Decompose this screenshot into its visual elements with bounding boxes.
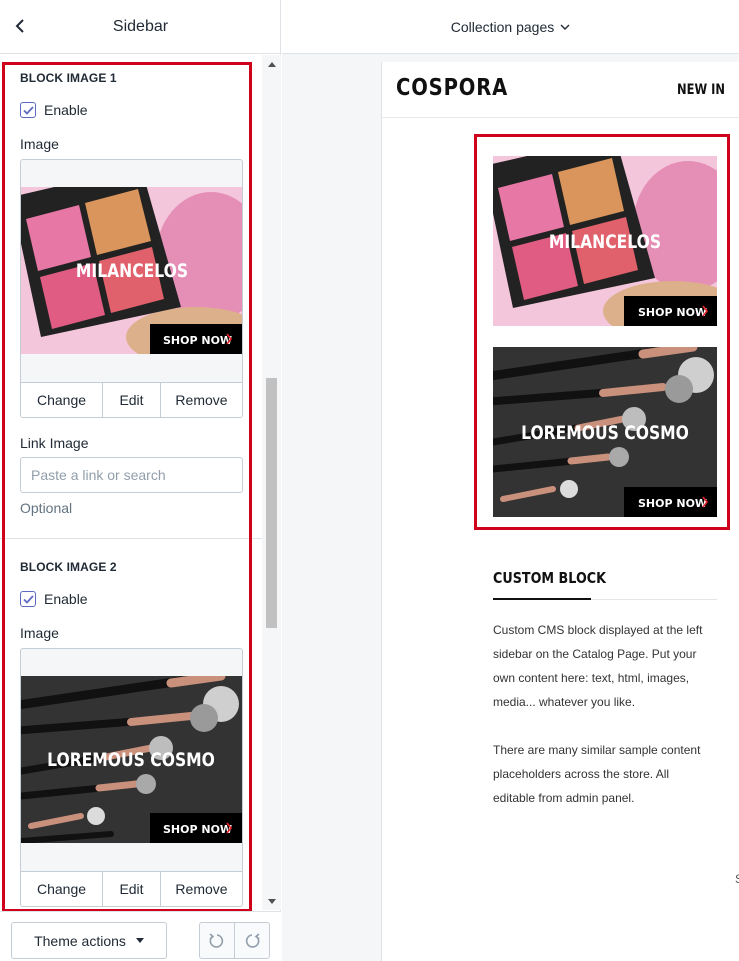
- text-line: There are many similar sample content: [493, 743, 701, 757]
- page-type-label: Collection pages: [450, 18, 555, 35]
- image-label: Image: [20, 625, 59, 641]
- shop-now-label: SHOP NOW: [163, 823, 232, 836]
- text-line: sidebar on the Catalog Page. Put your: [493, 647, 697, 661]
- image-text: MILANCELOS: [76, 261, 188, 283]
- enable-checkbox-row[interactable]: Enable: [20, 102, 243, 118]
- sidebar-scrollbar[interactable]: [262, 55, 281, 910]
- theme-actions-button[interactable]: Theme actions: [11, 922, 167, 959]
- scroll-thumb[interactable]: [266, 378, 277, 628]
- image-actions: Change Edit Remove: [21, 871, 242, 906]
- checkmark-icon: [22, 594, 34, 604]
- edit-image-button[interactable]: Edit: [103, 383, 161, 417]
- shop-now-label: SHOP NOW: [163, 334, 232, 347]
- banner-loremous-cosmo[interactable]: LOREMOUS COSMO SHOP NOW: [493, 347, 717, 517]
- optional-help-text: Optional: [20, 500, 73, 516]
- link-image-input[interactable]: [20, 457, 243, 493]
- image-picker: MILANCELOS SHOP NOW Change Edit Remove: [20, 159, 243, 418]
- change-image-button[interactable]: Change: [21, 872, 103, 906]
- custom-block-paragraph-2: There are many similar sample content pl…: [493, 738, 725, 810]
- image-actions: Change Edit Remove: [21, 382, 242, 417]
- custom-block-paragraph-1: Custom CMS block displayed at the left s…: [493, 618, 725, 714]
- text-line: placeholders across the store. All: [493, 767, 670, 781]
- banner-title: LOREMOUS COSMO: [521, 423, 689, 445]
- makeup-brushes-image: LOREMOUS COSMO SHOP NOW: [493, 347, 717, 517]
- clipped-text: S: [735, 872, 739, 886]
- section-title: BLOCK IMAGE 2: [20, 560, 117, 574]
- back-button[interactable]: [10, 15, 32, 37]
- remove-image-button[interactable]: Remove: [161, 872, 242, 906]
- section-title: BLOCK IMAGE 1: [20, 71, 117, 85]
- store-preview[interactable]: COSPORA NEW IN MILANCELOS SHOP NOW LOREM…: [381, 62, 739, 961]
- settings-scroll-area[interactable]: BLOCK IMAGE 1 Enable Image MILANCELOS SH…: [0, 55, 281, 910]
- image-thumbnail: LOREMOUS COSMO SHOP NOW: [21, 676, 242, 843]
- redo-button[interactable]: [235, 923, 269, 958]
- caret-down-icon: [135, 938, 144, 943]
- change-image-button[interactable]: Change: [21, 383, 103, 417]
- title-underline-accent: [493, 598, 591, 600]
- banner-title: MILANCELOS: [549, 232, 661, 254]
- store-logo[interactable]: COSPORA: [396, 75, 508, 101]
- makeup-palette-image: MILANCELOS SHOP NOW: [493, 156, 717, 326]
- image-text: LOREMOUS COSMO: [47, 750, 215, 772]
- makeup-brushes-image: LOREMOUS COSMO SHOP NOW: [21, 676, 242, 843]
- shop-now-label: SHOP NOW: [638, 306, 707, 319]
- checkmark-icon: [22, 105, 34, 115]
- banner-milancelos[interactable]: MILANCELOS SHOP NOW: [493, 156, 717, 326]
- block-image-1-section: BLOCK IMAGE 1 Enable Image MILANCELOS SH…: [20, 71, 243, 516]
- preview-top-bar: Collection pages: [282, 0, 739, 54]
- text-line: Custom CMS block displayed at the left: [493, 623, 703, 637]
- text-line: editable from admin panel.: [493, 791, 635, 805]
- scroll-down-arrow-icon[interactable]: [262, 894, 281, 908]
- enable-label: Enable: [44, 591, 88, 607]
- image-label: Image: [20, 136, 59, 152]
- text-line: media... whatever you like.: [493, 695, 636, 709]
- text-line: own content here: text, html, images,: [493, 671, 690, 685]
- link-image-label: Link Image: [20, 435, 89, 451]
- panel-header: Sidebar: [0, 0, 281, 54]
- enable-checkbox-row[interactable]: Enable: [20, 591, 243, 607]
- bottom-action-bar: Theme actions: [0, 911, 281, 961]
- theme-editor-sidebar: Sidebar BLOCK IMAGE 1 Enable Image MILAN…: [0, 0, 281, 961]
- image-thumbnail: MILANCELOS SHOP NOW: [21, 187, 242, 354]
- makeup-palette-image: MILANCELOS SHOP NOW: [21, 187, 242, 354]
- undo-button[interactable]: [200, 923, 235, 958]
- theme-actions-label: Theme actions: [34, 932, 126, 949]
- enable-checkbox[interactable]: [20, 102, 36, 118]
- scroll-up-arrow-icon[interactable]: [262, 57, 281, 71]
- preview-area: Collection pages COSPORA NEW IN MILANCEL…: [282, 0, 739, 961]
- chevron-left-icon: [15, 19, 24, 33]
- image-picker: LOREMOUS COSMO SHOP NOW Change Edit Remo…: [20, 648, 243, 907]
- block-image-2-section: BLOCK IMAGE 2 Enable Image LOREMOUS COSM…: [20, 560, 243, 907]
- shop-now-label: SHOP NOW: [638, 497, 707, 510]
- nav-item-new-in[interactable]: NEW IN: [677, 82, 725, 98]
- store-header: COSPORA NEW IN: [382, 62, 739, 118]
- panel-title: Sidebar: [112, 17, 169, 35]
- remove-image-button[interactable]: Remove: [161, 383, 242, 417]
- undo-icon: [209, 932, 224, 948]
- section-divider: [0, 538, 262, 539]
- enable-label: Enable: [44, 102, 88, 118]
- undo-redo-group: [199, 922, 270, 959]
- page-type-selector[interactable]: Collection pages: [451, 19, 571, 35]
- redo-icon: [245, 932, 260, 948]
- edit-image-button[interactable]: Edit: [103, 872, 161, 906]
- chevron-down-icon: [560, 24, 570, 30]
- custom-block-title: CUSTOM BLOCK: [493, 569, 607, 587]
- enable-checkbox[interactable]: [20, 591, 36, 607]
